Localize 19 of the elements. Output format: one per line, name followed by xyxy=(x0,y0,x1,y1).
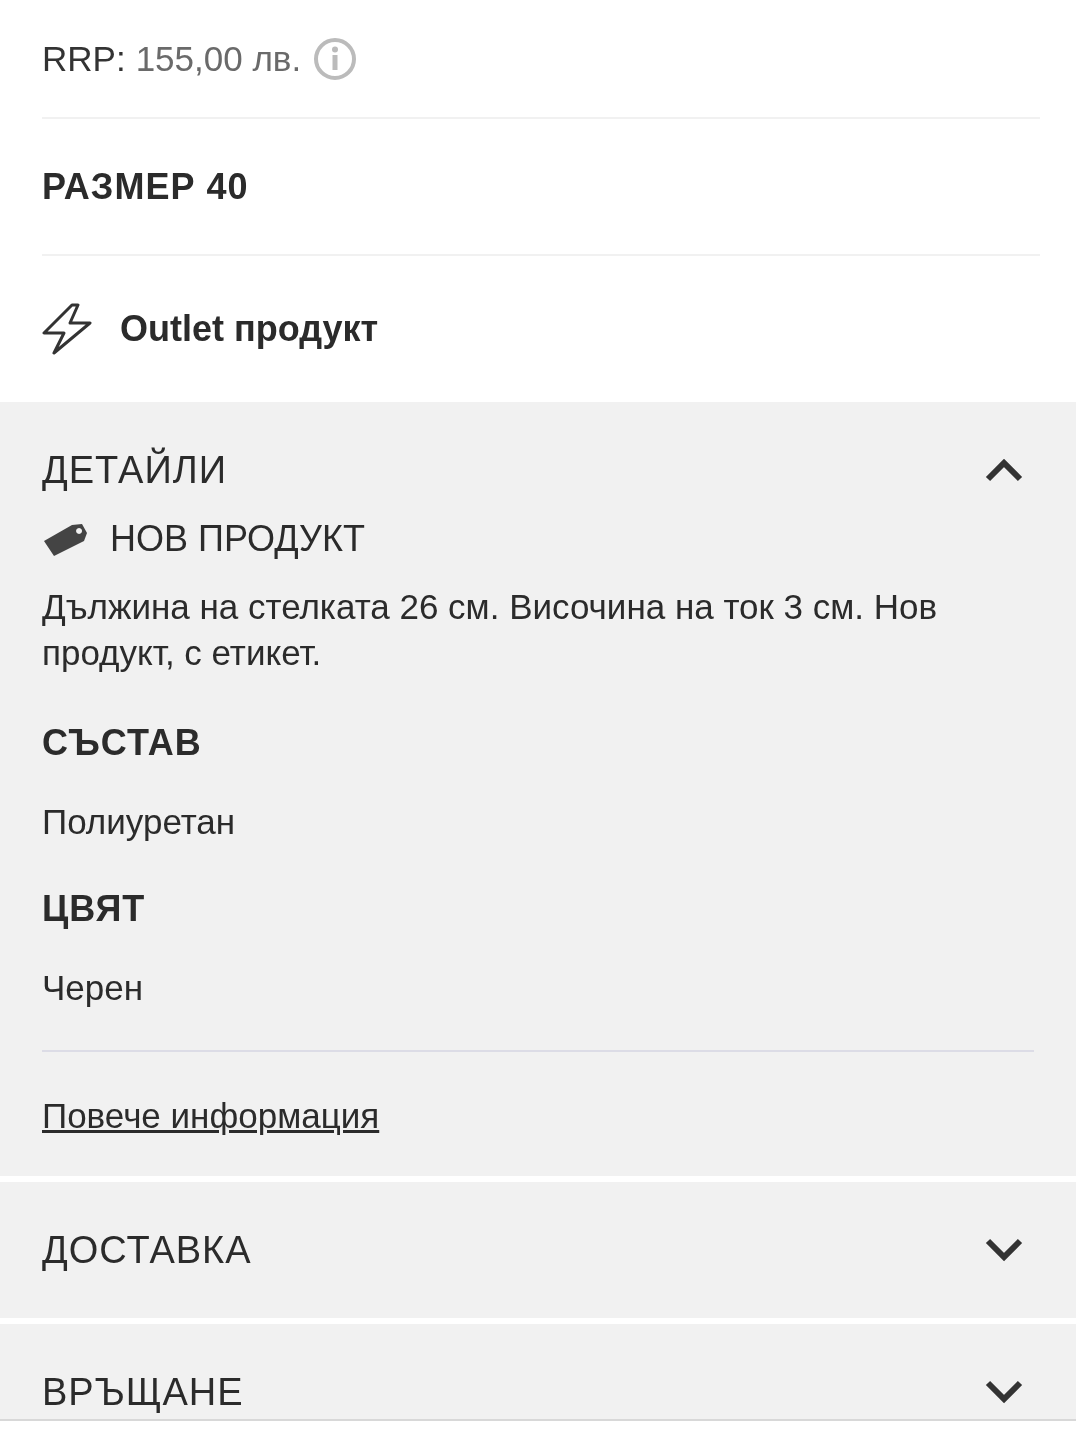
attribute-value: Полиуретан xyxy=(42,802,237,842)
tag-icon xyxy=(42,521,88,557)
more-info-link[interactable]: Повече информация xyxy=(42,1096,380,1135)
info-icon[interactable] xyxy=(313,36,358,81)
chevron-up-icon xyxy=(984,457,1024,483)
accordion-header[interactable]: ДОСТАВКА xyxy=(42,1182,1034,1318)
attribute-value: Черен xyxy=(42,968,145,1008)
outlet-label: Outlet продукт xyxy=(120,308,379,350)
accordion-header[interactable]: ВРЪЩАНЕ xyxy=(42,1324,1034,1419)
price-value: 155,00 лв. xyxy=(135,38,302,79)
attribute-label: СЪСТАВ xyxy=(42,722,203,764)
size-label: РАЗМЕР 40 xyxy=(42,119,1040,256)
lightning-icon xyxy=(42,303,92,355)
attribute-label: ЦВЯТ xyxy=(42,888,147,930)
chevron-down-icon xyxy=(984,1379,1024,1405)
chevron-down-icon xyxy=(984,1237,1024,1263)
price-label: RRP: xyxy=(42,38,126,79)
tag-label: НОВ ПРОДУКТ xyxy=(110,518,365,560)
description: Дължина на стелката 26 см. Височина на ток 3 см. Нов продукт, с етикет. xyxy=(42,586,939,674)
